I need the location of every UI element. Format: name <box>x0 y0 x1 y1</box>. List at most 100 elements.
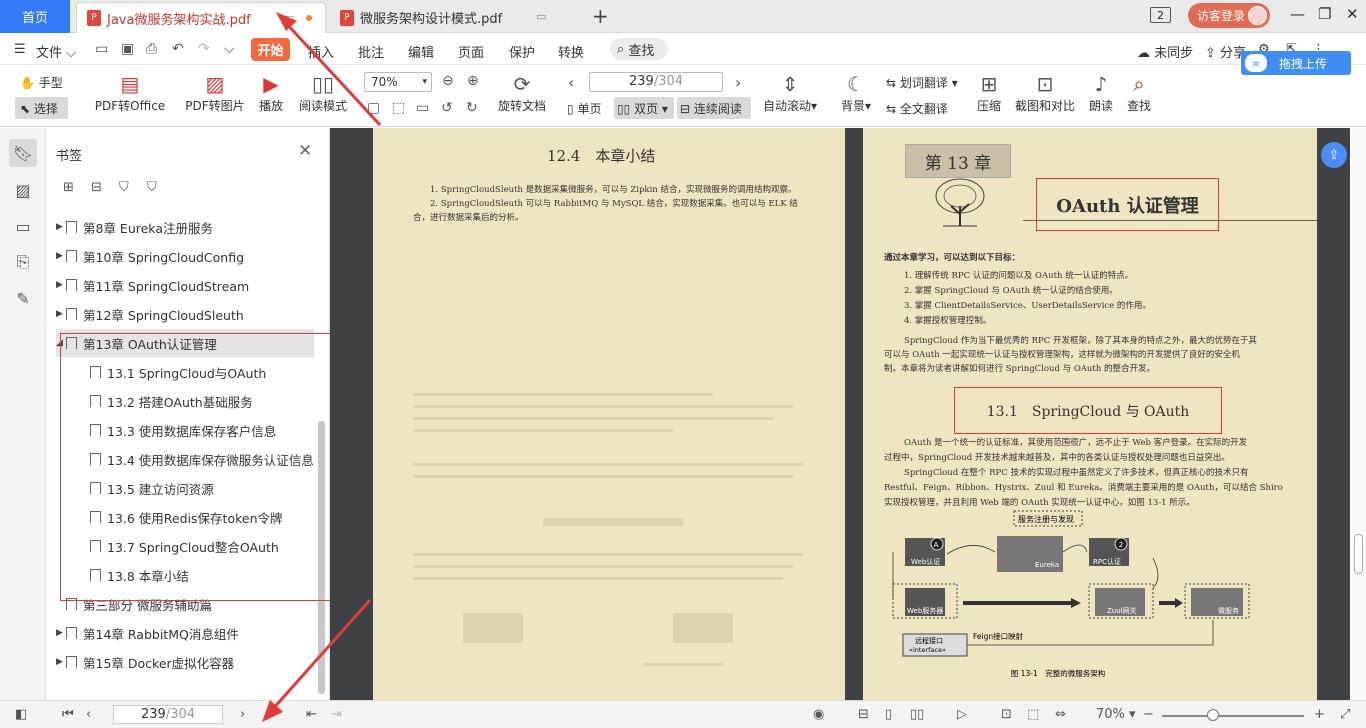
page-number-input[interactable]: 239/304 <box>589 72 723 92</box>
auto-scroll-button[interactable]: ⇕ 自动滚动▾ <box>760 71 820 114</box>
fit-width-icon[interactable]: ▭ <box>416 100 429 116</box>
floating-assistant-icon[interactable]: ⇪ <box>1321 142 1347 168</box>
tablet-icon[interactable]: ▭ <box>536 10 546 23</box>
back-icon[interactable]: ⇤ <box>306 707 317 722</box>
prev-page-icon[interactable]: ‹ <box>568 73 574 92</box>
drag-upload-button[interactable]: ∞ 拖拽上传 <box>1241 51 1351 75</box>
bookmark-item[interactable]: ▶ 第15章 Docker虚拟化容器 <box>56 648 234 676</box>
read-aloud-button[interactable]: ♪ 朗读 <box>1086 71 1116 114</box>
word-translate-button[interactable]: ⇆ 划词翻译 ▾ <box>886 74 958 91</box>
close-icon[interactable]: ✕ <box>298 141 312 161</box>
fullscreen-icon[interactable]: ⤢ <box>1340 707 1350 722</box>
close-window-icon[interactable]: ✕ <box>1346 5 1359 23</box>
add-bookmark-icon[interactable]: ⊞ <box>63 180 74 195</box>
bookmark-item[interactable]: ▶ 第14章 RabbitMQ消息组件 <box>56 619 239 647</box>
bookmark-item[interactable]: ▶ 第12章 SpringCloudSleuth <box>56 300 244 328</box>
menu-edit[interactable]: 编辑 <box>408 42 434 61</box>
rotate-right-icon[interactable]: ↻ <box>466 100 478 116</box>
window-count-badge[interactable]: 2 <box>1150 7 1171 23</box>
zoom-slider-knob[interactable] <box>1207 709 1219 721</box>
tab-java-microservice-pdf[interactable]: P Java微服务架构实战.pdf ▭ <box>76 2 326 33</box>
next-page-icon[interactable]: › <box>240 707 245 722</box>
document-view[interactable]: 12.4 本章小结 1. SpringCloudSleuth 是数据采集微服务，… <box>330 128 1350 700</box>
zoom-in-button[interactable]: + <box>1314 707 1325 722</box>
search-button[interactable]: ⌕ 查找 <box>610 38 668 60</box>
expand-caret-icon[interactable]: ▶ <box>56 222 66 232</box>
sync-status[interactable]: ☁ 未同步 <box>1137 42 1193 61</box>
expand-caret-icon[interactable]: ▶ <box>56 657 66 667</box>
single-page-button[interactable]: ▯ 单页 <box>567 100 601 117</box>
pdf-to-image-button[interactable]: ▨ PDF转图片 <box>184 71 246 114</box>
zoom-slider-track[interactable] <box>1162 715 1304 717</box>
expand-caret-icon[interactable]: ▶ <box>56 628 66 638</box>
share-button[interactable]: ⇪ 分享 <box>1205 42 1246 61</box>
redo-icon[interactable]: ↷ <box>198 41 210 57</box>
zoom-out-icon[interactable]: ⊖ <box>442 73 454 89</box>
minimize-icon[interactable]: — <box>1290 5 1305 23</box>
first-page-icon[interactable]: ⏮ <box>62 707 74 722</box>
menu-page[interactable]: 页面 <box>458 42 484 61</box>
eye-protection-icon[interactable]: ◉ <box>813 707 824 722</box>
continuous-read-button[interactable]: ⊟ 连续阅读 <box>680 100 742 117</box>
compress-button[interactable]: ⊞ 压缩 <box>972 71 1006 114</box>
scroll-thumb[interactable] <box>1354 534 1363 574</box>
prev-page-icon[interactable]: ‹ <box>86 707 91 722</box>
print-icon[interactable]: ⎙ <box>146 41 157 57</box>
collapse-bookmark-icon[interactable]: ⊟ <box>91 180 102 195</box>
actual-size-icon[interactable]: ⊡ <box>1001 707 1012 722</box>
menu-insert[interactable]: 插入 <box>308 42 334 61</box>
single-view-icon[interactable]: ▯ <box>885 707 892 722</box>
bookmark-item[interactable]: ▶ 第11章 SpringCloudStream <box>56 271 249 299</box>
next-page-icon[interactable]: › <box>735 73 741 92</box>
zoom-in-icon[interactable]: ⊕ <box>467 73 479 89</box>
signature-icon[interactable]: ✎ <box>9 284 37 312</box>
play-icon[interactable]: ▷ <box>957 707 967 722</box>
find-button[interactable]: ⌕ 查找 <box>1124 71 1154 114</box>
sidebar-toggle-icon[interactable]: ◧ <box>15 707 27 722</box>
bookmark-panel-icon[interactable]: 🔖︎ <box>9 139 37 167</box>
select-tool[interactable]: ⬉ 选择 <box>20 100 58 117</box>
zoom-out-button[interactable]: − <box>1143 707 1154 722</box>
menu-start[interactable]: 开始 <box>251 38 290 61</box>
more-chevron-icon[interactable]: ⌵ <box>224 41 235 57</box>
forward-icon[interactable]: ⇥ <box>331 707 342 722</box>
undo-icon[interactable]: ↶ <box>172 41 184 57</box>
play-button[interactable]: ▶ 播放 <box>254 71 288 114</box>
background-button[interactable]: ☾ 背景▾ <box>838 71 874 114</box>
save-icon[interactable]: ▣ <box>121 41 134 57</box>
fit-page-icon[interactable]: ⬚ <box>1027 707 1039 722</box>
rotate-left-icon[interactable]: ↺ <box>441 100 453 116</box>
menu-annotate[interactable]: 批注 <box>358 42 384 61</box>
hand-tool[interactable]: ✋ 手型 <box>20 74 63 91</box>
comment-icon[interactable]: ▭ <box>9 212 37 240</box>
double-page-button[interactable]: ▯▯ 双页 ▾ <box>617 100 668 117</box>
restore-icon[interactable]: ❐ <box>1318 5 1331 23</box>
bookmark-remove-icon[interactable]: ⛉ <box>147 180 157 195</box>
tablet-icon[interactable]: ▭ <box>284 11 294 24</box>
rotate-document-button[interactable]: ⟳ 旋转文档 <box>495 71 549 114</box>
screenshot-compare-button[interactable]: ⊡ 截图和对比 <box>1012 71 1078 114</box>
expand-caret-icon[interactable]: ▶ <box>56 280 66 290</box>
add-tab-button[interactable]: + <box>592 4 609 28</box>
menu-protect[interactable]: 保护 <box>509 42 535 61</box>
thumbnail-icon[interactable]: ▨ <box>9 176 37 204</box>
fit-page-icon[interactable]: ⬚ <box>392 100 405 116</box>
attachment-icon[interactable]: ⎘ <box>9 248 37 276</box>
zoom-level[interactable]: 70% ▾ <box>1096 707 1136 722</box>
zoom-select[interactable]: 70% ▾ <box>364 72 432 92</box>
expand-caret-icon[interactable]: ▶ <box>56 309 66 319</box>
guest-login-button[interactable]: 访客登录 <box>1188 3 1270 28</box>
document-scrollbar[interactable] <box>1351 128 1366 700</box>
bookmark-add-icon[interactable]: ⛉ <box>119 180 129 195</box>
home-tab[interactable]: 首页 <box>0 0 70 33</box>
expand-caret-icon[interactable]: ▶ <box>56 251 66 261</box>
hamburger-icon[interactable]: ☰ <box>14 42 26 57</box>
status-page-input[interactable]: 239/304 <box>113 705 223 724</box>
menu-convert[interactable]: 转换 <box>558 42 584 61</box>
bookmark-item[interactable]: ▶ 第8章 Eureka注册服务 <box>56 213 213 241</box>
bookmark-item[interactable]: ▶ 第10章 SpringCloudConfig <box>56 242 244 270</box>
open-folder-icon[interactable]: ▭ <box>95 41 108 57</box>
full-translate-button[interactable]: ⇆ 全文翻译 <box>886 100 948 117</box>
tab-microservice-patterns-pdf[interactable]: P 微服务架构设计模式.pdf ▭ <box>330 2 578 33</box>
double-view-icon[interactable]: ▯▯ <box>910 707 924 722</box>
